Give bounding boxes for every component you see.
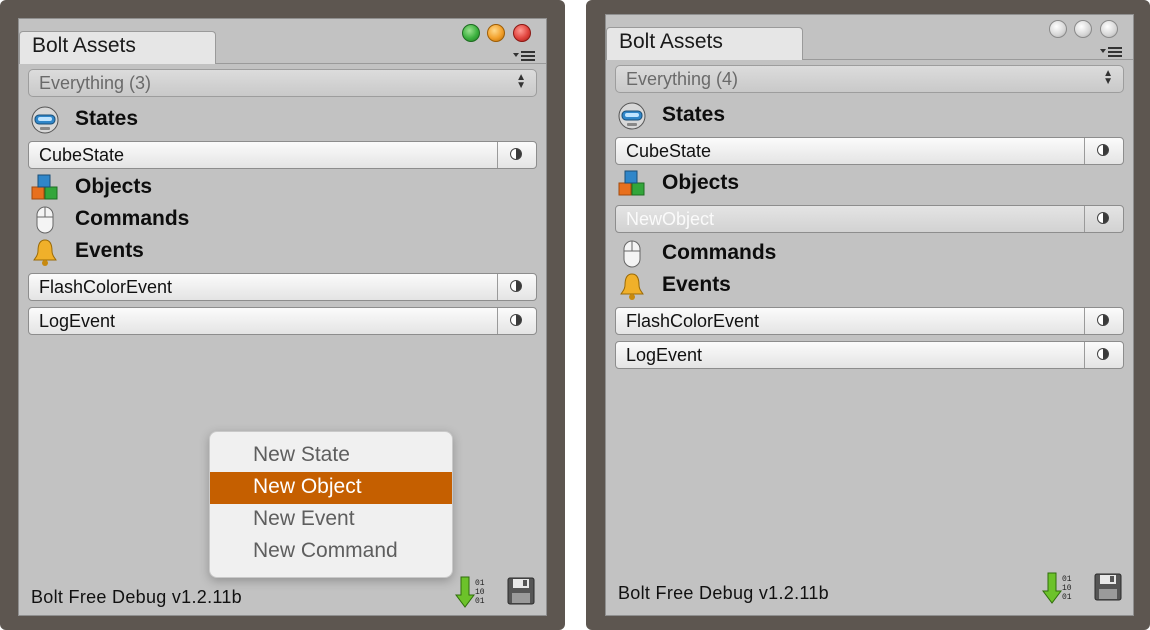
right-bolt-assets-panel: Bolt Assets Everything (4) ▲ ▼ States Cub… (605, 14, 1134, 616)
states-label: States (662, 103, 726, 126)
menu-item-new-command[interactable]: New Command (210, 536, 452, 568)
left-tab-bolt-assets[interactable]: Bolt Assets (19, 31, 216, 64)
events-section-header: Events (30, 237, 330, 267)
robot-head-icon (31, 106, 59, 134)
zoom-button-inactive[interactable] (1049, 20, 1067, 38)
half-circle-icon (510, 314, 522, 326)
menu-item-new-state[interactable]: New State (210, 440, 452, 472)
svg-text:01: 01 (1062, 575, 1072, 584)
asset-row-name: FlashColorEvent (626, 311, 760, 331)
asset-options-button[interactable] (497, 274, 536, 300)
commands-section-header: Commands (617, 239, 917, 269)
asset-row[interactable]: CubeState (28, 141, 537, 169)
half-circle-icon (1097, 212, 1109, 224)
objects-section-header: Objects (30, 173, 330, 203)
svg-text:01: 01 (475, 579, 485, 588)
asset-row[interactable]: FlashColorEvent (28, 273, 537, 301)
asset-row-name: CubeState (626, 141, 712, 161)
events-label: Events (662, 273, 731, 296)
objects-label: Objects (662, 171, 740, 194)
half-circle-icon (1097, 144, 1109, 156)
bell-icon (620, 273, 644, 300)
half-circle-icon (1097, 348, 1109, 360)
download-arrow-icon[interactable]: 01 10 01 (1042, 571, 1076, 605)
bell-icon (33, 239, 57, 266)
mouse-icon (36, 206, 54, 234)
asset-row-name: NewObject (626, 209, 715, 229)
asset-row-name: CubeState (39, 145, 125, 165)
updown-arrows-icon: ▲ ▼ (1103, 68, 1113, 87)
states-section-header: States (30, 105, 330, 135)
events-section-header: Events (617, 271, 917, 301)
asset-row[interactable]: LogEvent (28, 307, 537, 335)
left-tabstrip-divider (216, 63, 546, 64)
svg-text:01: 01 (1062, 593, 1072, 602)
half-circle-icon (1097, 314, 1109, 326)
commands-label: Commands (75, 207, 190, 230)
asset-row-name: FlashColorEvent (39, 277, 173, 297)
updown-arrows-icon: ▲ ▼ (516, 72, 526, 91)
asset-options-button[interactable] (497, 142, 536, 168)
asset-row[interactable]: CubeState (615, 137, 1124, 165)
robot-head-icon (618, 102, 646, 130)
panel-menu-icon[interactable] (513, 49, 535, 63)
menu-item-new-event[interactable]: New Event (210, 504, 452, 536)
objects-section-header: Objects (617, 169, 917, 199)
asset-options-button[interactable] (1084, 308, 1123, 334)
left-bolt-assets-panel: Bolt Assets Everything (3) ▲ ▼ States Cub… (18, 18, 547, 616)
close-button[interactable] (513, 24, 531, 42)
floppy-disk-icon[interactable] (1094, 573, 1122, 601)
asset-row[interactable]: FlashColorEvent (615, 307, 1124, 335)
minimize-button-inactive[interactable] (1074, 20, 1092, 38)
svg-text:10: 10 (1062, 584, 1072, 593)
download-arrow-icon[interactable]: 01 10 01 (455, 575, 489, 609)
commands-section-header: Commands (30, 205, 330, 235)
new-asset-context-menu: New State New Object New Event New Comma… (209, 431, 453, 578)
asset-options-button[interactable] (1084, 138, 1123, 164)
version-label: Bolt Free Debug v1.2.11b (31, 587, 242, 607)
filter-dropdown[interactable]: Everything (4) ▲ ▼ (615, 65, 1124, 93)
colored-blocks-icon (618, 170, 645, 196)
events-label: Events (75, 239, 144, 262)
colored-blocks-icon (31, 174, 58, 200)
states-label: States (75, 107, 139, 130)
objects-label: Objects (75, 175, 153, 198)
states-section-header: States (617, 101, 917, 131)
panel-menu-icon[interactable] (1100, 45, 1122, 59)
half-circle-icon (510, 280, 522, 292)
svg-text:01: 01 (475, 597, 485, 606)
svg-text:10: 10 (475, 588, 485, 597)
asset-row-name: LogEvent (626, 345, 703, 365)
half-circle-icon (510, 148, 522, 160)
minimize-button[interactable] (487, 24, 505, 42)
zoom-button[interactable] (462, 24, 480, 42)
asset-row-name: LogEvent (39, 311, 116, 331)
version-label: Bolt Free Debug v1.2.11b (618, 583, 829, 603)
close-button-inactive[interactable] (1100, 20, 1118, 38)
asset-row[interactable]: LogEvent (615, 341, 1124, 369)
right-tabstrip-divider (803, 59, 1133, 60)
asset-options-button[interactable] (1084, 206, 1123, 232)
commands-label: Commands (662, 241, 777, 264)
asset-options-button[interactable] (1084, 342, 1123, 368)
filter-dropdown-value: Everything (4) (626, 69, 739, 89)
asset-options-button[interactable] (497, 308, 536, 334)
filter-dropdown[interactable]: Everything (3) ▲ ▼ (28, 69, 537, 97)
asset-row-selected[interactable]: NewObject (615, 205, 1124, 233)
mouse-icon (623, 240, 641, 268)
right-tab-bolt-assets[interactable]: Bolt Assets (606, 27, 803, 60)
floppy-disk-icon[interactable] (507, 577, 535, 605)
menu-item-new-object[interactable]: New Object (210, 472, 452, 504)
filter-dropdown-value: Everything (3) (39, 73, 152, 93)
